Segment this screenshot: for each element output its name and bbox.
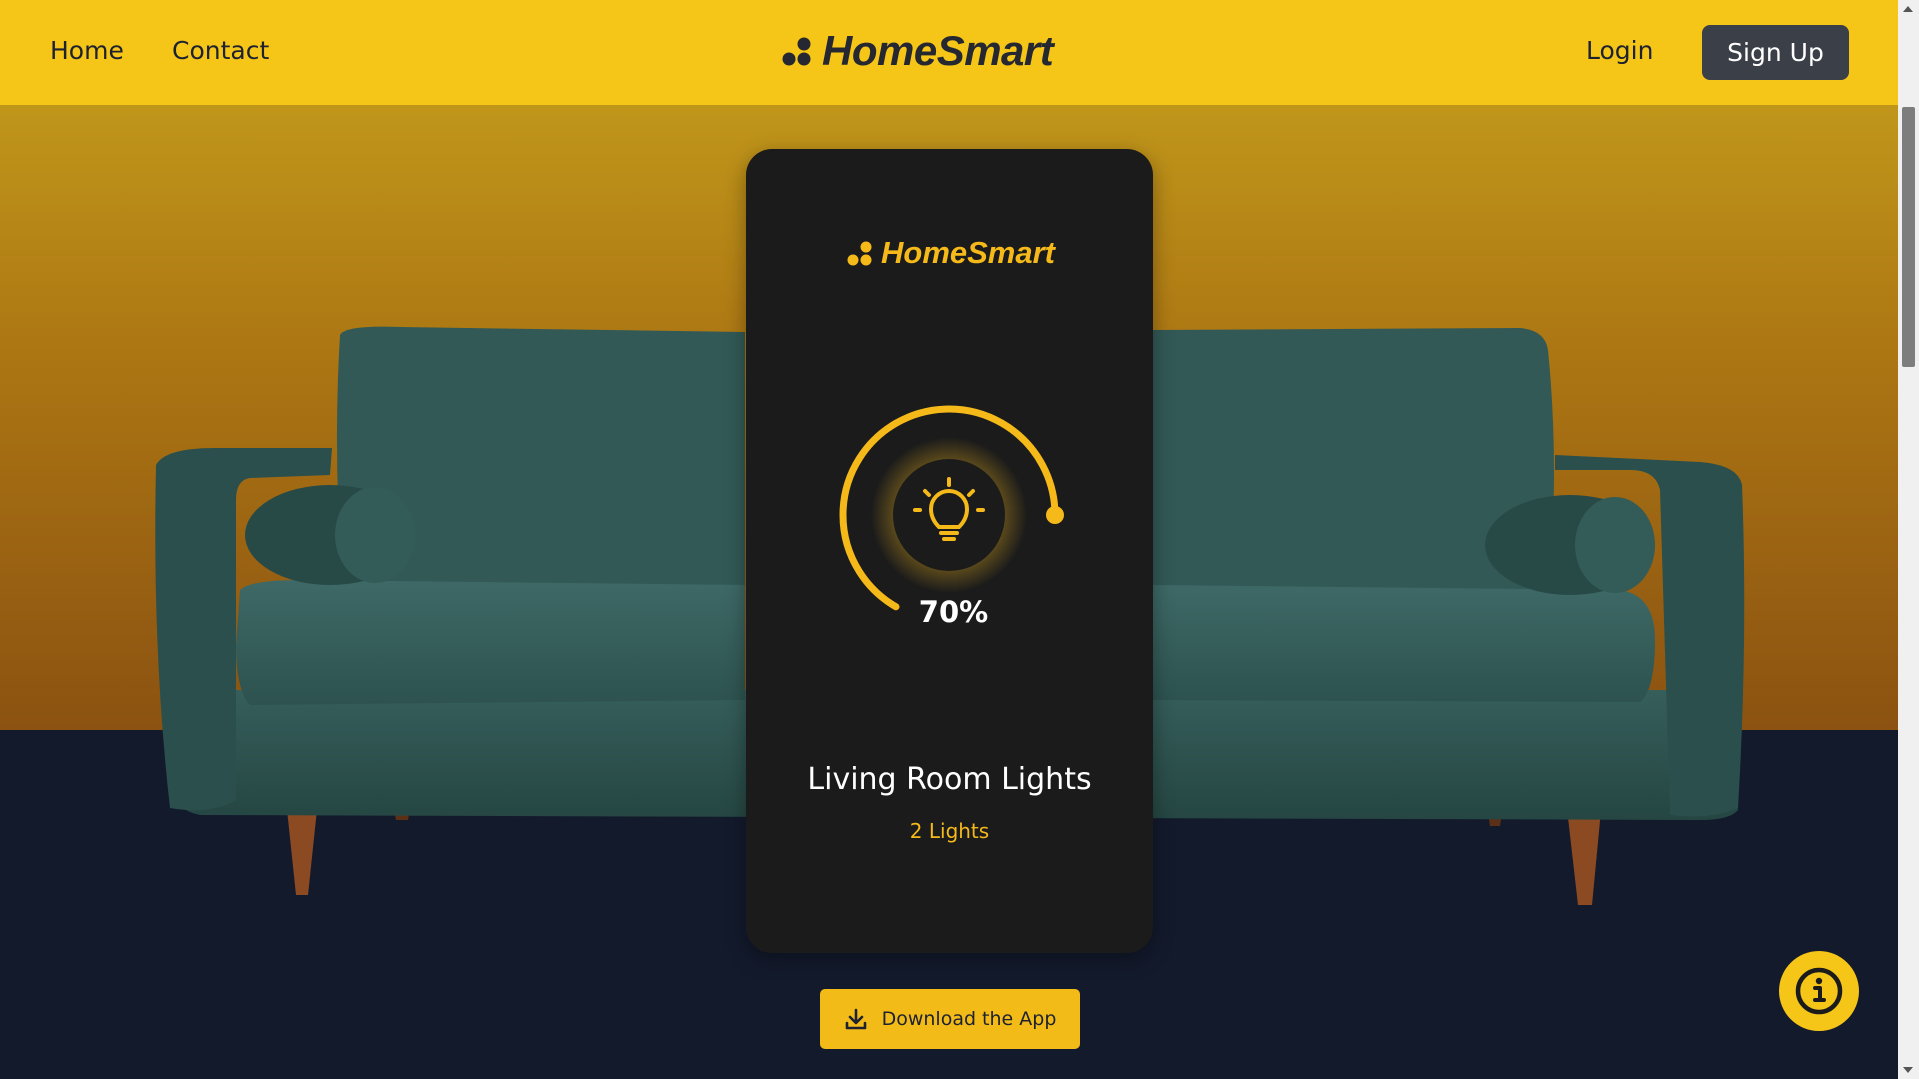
nav-contact-link[interactable]: Contact xyxy=(172,36,269,65)
scroll-up-icon[interactable] xyxy=(1903,6,1913,12)
nav-home-link[interactable]: Home xyxy=(50,36,124,65)
download-app-button[interactable]: Download the App xyxy=(820,989,1080,1049)
login-link[interactable]: Login xyxy=(1586,36,1653,65)
card-brand-logo: HomeSmart xyxy=(746,235,1153,271)
top-navbar: Home Contact HomeSmart Login Sign Up xyxy=(0,0,1898,105)
brand-name: HomeSmart xyxy=(822,27,1054,74)
info-fab-button[interactable] xyxy=(1779,951,1859,1031)
device-light-count: 2 Lights xyxy=(909,819,990,843)
scroll-down-icon[interactable] xyxy=(1903,1067,1913,1073)
scrollbar-thumb[interactable] xyxy=(1902,107,1915,367)
page-scrollbar[interactable] xyxy=(1898,0,1919,1079)
brand-dots-icon xyxy=(782,37,811,66)
download-icon xyxy=(845,1008,866,1030)
smart-device-card: HomeSmart 70% Living Room Lights 2 Light… xyxy=(746,149,1153,953)
brand-logo[interactable]: HomeSmart xyxy=(782,26,1054,76)
card-brand-name: HomeSmart xyxy=(881,235,1055,270)
card-brand-dots-icon xyxy=(847,241,872,266)
info-icon xyxy=(1795,967,1843,1015)
brightness-value: 70% xyxy=(918,595,989,629)
download-app-label: Download the App xyxy=(881,1008,1057,1030)
brightness-knob[interactable] xyxy=(1046,506,1064,524)
dial-center xyxy=(893,459,1005,571)
signup-button[interactable]: Sign Up xyxy=(1702,25,1849,80)
device-name: Living Room Lights xyxy=(807,762,1092,797)
